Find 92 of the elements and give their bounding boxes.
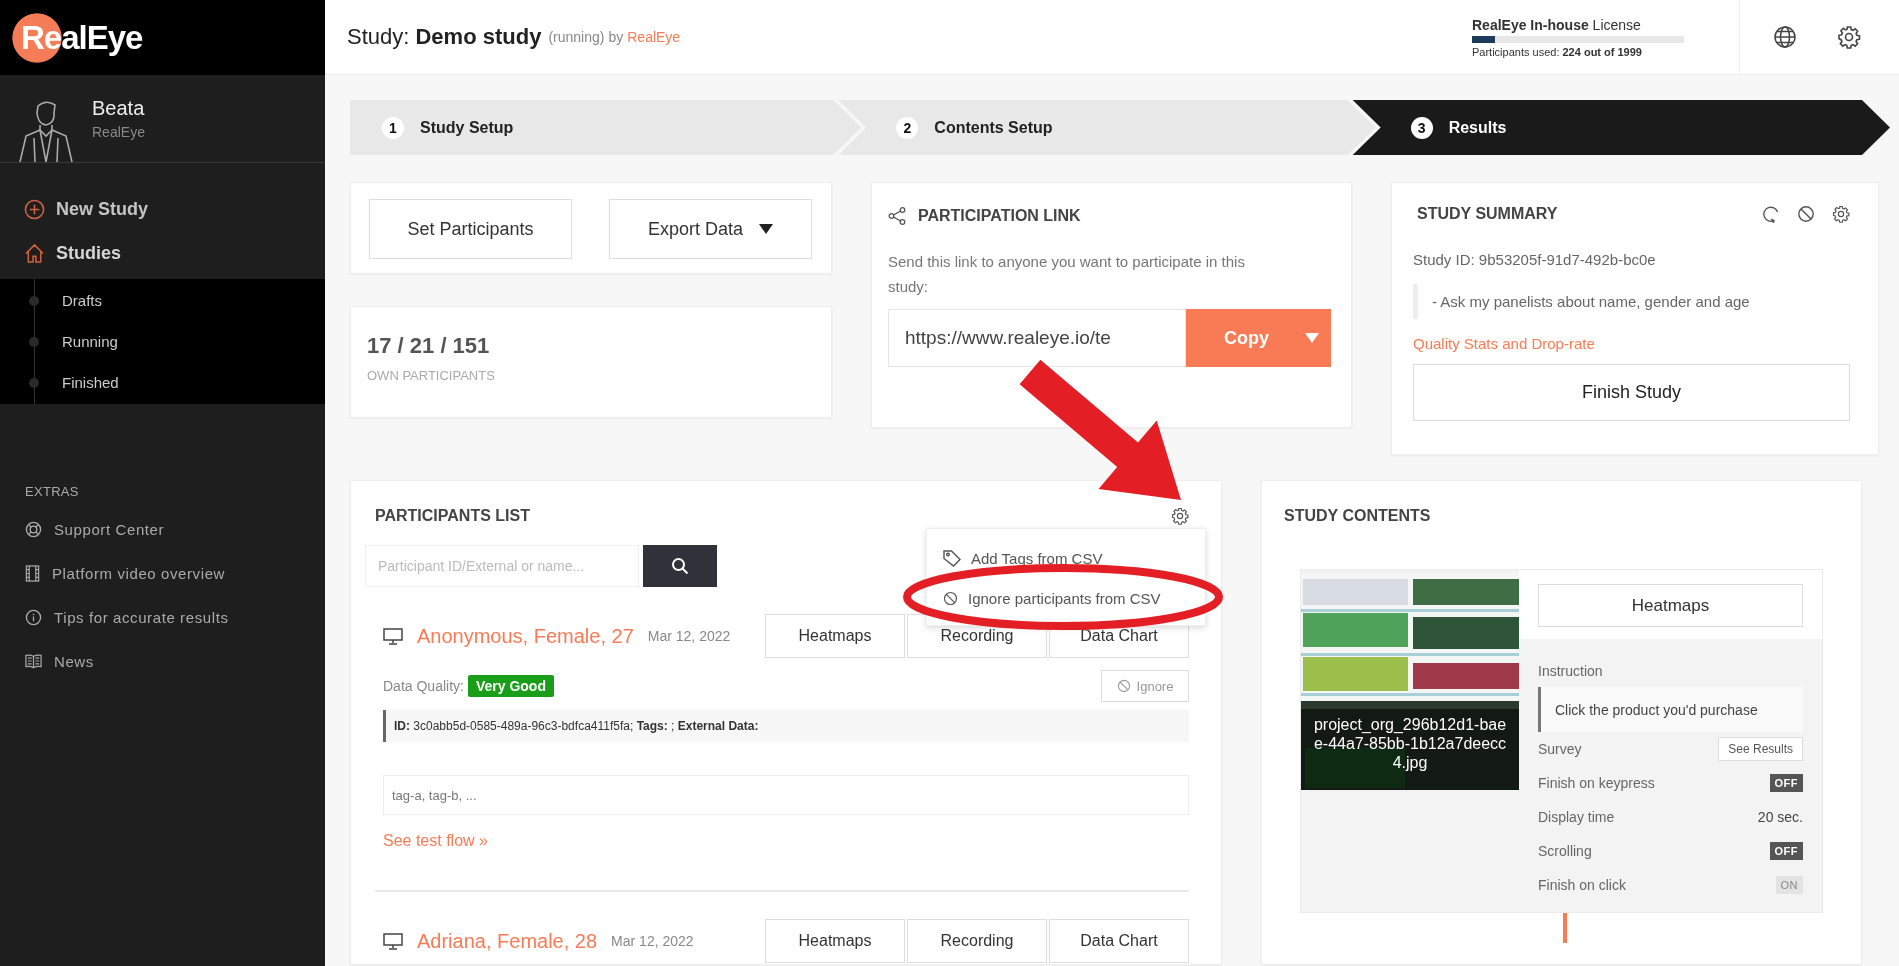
setting-label: Scrolling xyxy=(1538,843,1592,859)
finish-study-button[interactable]: Finish Study xyxy=(1413,364,1850,421)
participant-info: ID: 3c0abb5d-0585-489a-96c3-bdfca411f5fa; Tags: ; External Data: xyxy=(383,710,1189,742)
study-id: Study ID: 9b53205f-91d7-492b-bc0e xyxy=(1413,251,1657,268)
nav-subitem[interactable]: Finished xyxy=(29,362,119,403)
nav-subitem[interactable]: Drafts xyxy=(29,280,102,321)
card-title: STUDY SUMMARY xyxy=(1417,205,1558,223)
result-button[interactable]: Heatmaps xyxy=(765,614,905,658)
result-button[interactable]: Data Chart xyxy=(1049,919,1189,963)
study-note: - Ask my panelists about name, gender and age xyxy=(1413,284,1850,319)
participant-date: Mar 12, 2022 xyxy=(647,628,731,644)
settings-icon xyxy=(1837,25,1861,49)
menu-item[interactable]: Add Tags from CSV xyxy=(927,538,1205,578)
book-icon xyxy=(25,653,42,669)
card-title: PARTICIPATION LINK xyxy=(918,207,1081,225)
caret-icon xyxy=(759,224,773,234)
dropdown-button[interactable]: Export Data xyxy=(609,199,812,259)
study-status: (running) xyxy=(548,29,605,45)
settings-icon xyxy=(1171,507,1189,525)
monitor-icon xyxy=(383,932,403,950)
sidebar-link[interactable]: Tips for accurate results xyxy=(0,599,229,635)
setting-label: Instruction xyxy=(1538,663,1604,679)
image-caption: project_org_296b12d1-baee-44a7-85bb-1b12a7deecc4.jpg xyxy=(1301,709,1519,790)
result-button[interactable]: Heatmaps xyxy=(765,919,905,963)
link-description: Send this link to anyone you want to participate in this study: xyxy=(888,252,1246,297)
quality-label: Data Quality: xyxy=(383,678,464,694)
nav-item[interactable]: Studies xyxy=(0,231,121,275)
page-title: Study: Demo study xyxy=(347,24,542,50)
setting-value: 20 sec. xyxy=(1757,809,1803,825)
ban-icon xyxy=(1797,205,1815,223)
plus-circle-icon xyxy=(24,198,45,220)
participant-date: Mar 12, 2022 xyxy=(611,933,694,949)
tag-icon xyxy=(943,549,961,567)
lifebuoy-icon xyxy=(25,520,42,538)
participant-name: Adriana, Female, 28 xyxy=(417,929,598,953)
url-field[interactable]: https://www.realeye.io/te xyxy=(888,309,1186,367)
section-heading: EXTRAS xyxy=(25,484,79,499)
quality-badge: Very Good xyxy=(467,675,554,697)
result-button[interactable]: Recording xyxy=(907,919,1047,963)
nav-item[interactable]: New Study xyxy=(0,187,148,231)
setting-label: Finish on click xyxy=(1538,877,1626,893)
settings-button[interactable] xyxy=(1832,205,1850,223)
step-number: 2 xyxy=(896,116,919,139)
sidebar-link[interactable]: Support Center xyxy=(0,511,165,547)
language-button[interactable] xyxy=(1773,25,1797,49)
search-icon xyxy=(671,557,689,575)
card-title: PARTICIPANTS LIST xyxy=(375,507,530,525)
toggle-switch[interactable]: OFF xyxy=(1769,774,1803,792)
participant-name: Anonymous, Female, 27 xyxy=(417,624,634,648)
share-icon xyxy=(888,207,906,225)
user-name: Beata xyxy=(92,97,145,120)
setting-label: Display time xyxy=(1538,809,1615,825)
sidebar-link[interactable]: News xyxy=(0,643,94,679)
ban-icon xyxy=(1116,679,1131,693)
step-tab[interactable]: 2 Contents Setup xyxy=(838,100,1376,155)
setting-label: Survey xyxy=(1538,741,1582,757)
step-number: 1 xyxy=(382,116,404,139)
step-tab[interactable]: 3 Results xyxy=(1352,100,1890,155)
block-button[interactable] xyxy=(1797,205,1815,223)
instruction-text: Click the product you'd purchase xyxy=(1538,687,1803,732)
settings-button[interactable] xyxy=(1837,25,1861,49)
refresh-icon xyxy=(1762,205,1780,223)
participant-count: 17 / 21 / 151 xyxy=(367,333,491,359)
nav-subitem[interactable]: Running xyxy=(29,321,118,362)
setting-label: Finish on keypress xyxy=(1538,775,1655,791)
caret-icon xyxy=(1305,333,1319,343)
license-name: RealEye In-house License xyxy=(1472,16,1642,33)
card-title: STUDY CONTENTS xyxy=(1284,507,1431,525)
avatar-icon xyxy=(16,98,76,162)
byline: by xyxy=(608,29,624,45)
step-tab[interactable]: 1 Study Setup xyxy=(350,100,862,155)
sidebar-link[interactable]: Platform video overview xyxy=(0,555,226,591)
ban-icon xyxy=(943,590,958,606)
search-field[interactable]: Participant ID/External or name... xyxy=(365,545,639,587)
tags-field[interactable]: tag-a, tag-b, ... xyxy=(383,775,1189,815)
film-icon xyxy=(25,564,40,582)
user-organization: RealEye xyxy=(92,124,145,140)
license-usage: Participants used: 224 out of 1999 xyxy=(1472,45,1643,58)
refresh-button[interactable] xyxy=(1762,205,1780,223)
list-settings-button[interactable] xyxy=(1171,507,1189,525)
results-button[interactable]: See Results xyxy=(1718,737,1803,761)
search-button[interactable] xyxy=(643,545,717,587)
count-label: OWN PARTICIPANTS xyxy=(367,368,496,383)
settings-icon xyxy=(1832,205,1850,223)
globe-icon xyxy=(1773,25,1797,49)
toggle-switch[interactable]: OFF xyxy=(1769,842,1803,860)
monitor-icon xyxy=(383,627,403,645)
info-icon xyxy=(25,608,42,626)
home-icon xyxy=(24,242,45,264)
action-button[interactable]: Set Participants xyxy=(369,199,572,259)
heatmaps-button[interactable]: Heatmaps xyxy=(1538,584,1803,627)
step-number: 3 xyxy=(1410,116,1433,139)
